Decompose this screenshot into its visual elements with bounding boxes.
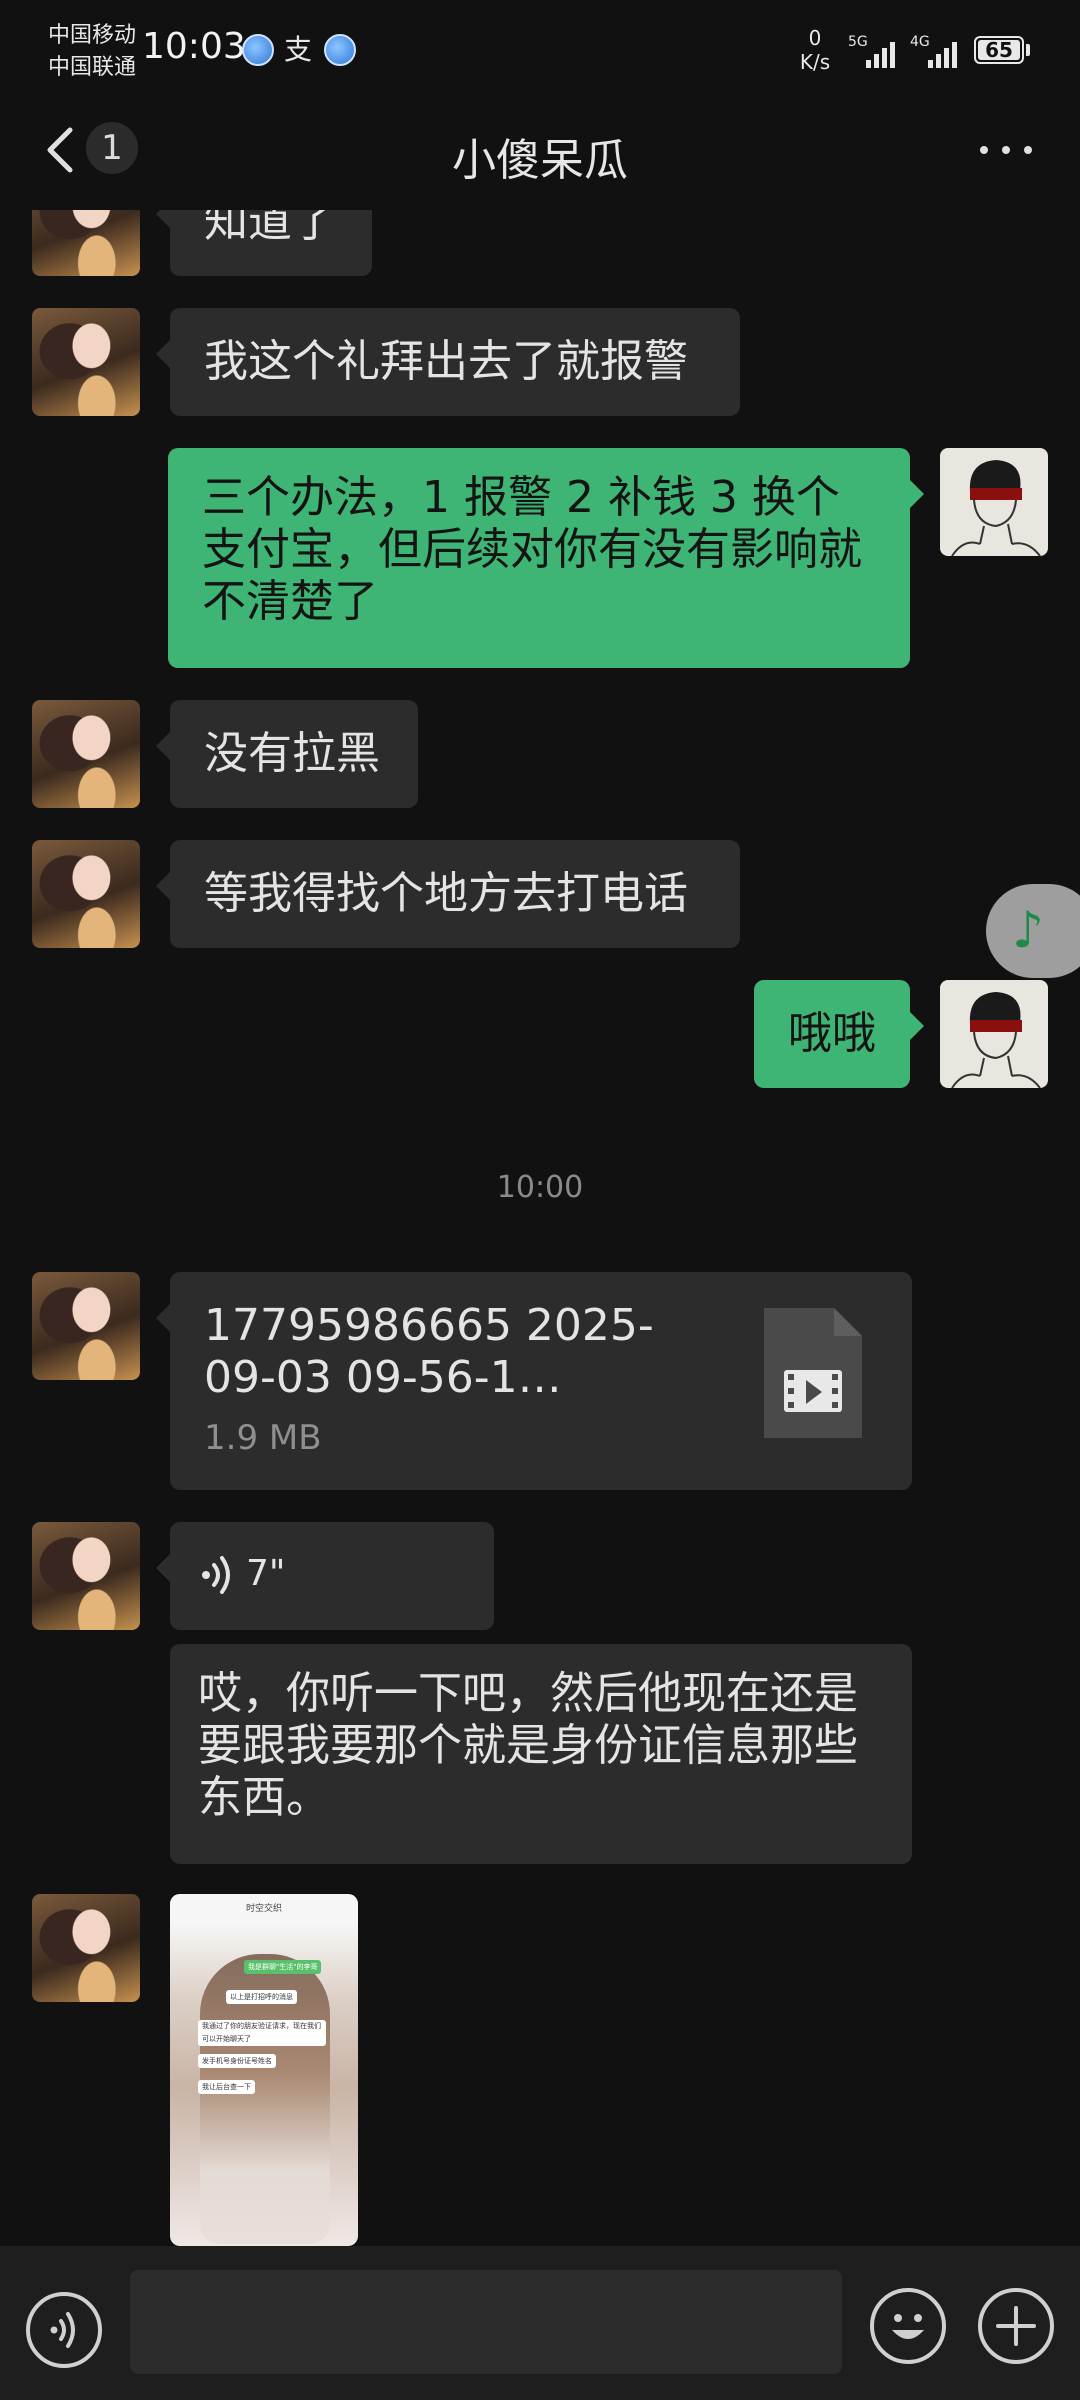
contact-avatar[interactable] [32,1894,140,2002]
file-size: 1.9 MB [204,1418,322,1458]
sim1-signal-icon: 5G [848,30,900,70]
voice-wave-icon [202,1556,230,1594]
chat-area[interactable]: 知道了 我这个礼拜出去了就报警 三个办法，1 报警 2 补钱 3 换个支付宝，但… [0,210,1080,2246]
network-speed-unit: K/s [799,50,831,74]
voice-transcript[interactable]: 哎，你听一下吧，然后他现在还是要跟我要那个就是身份证信息那些东西。 [170,1644,912,1864]
message-bubble-in[interactable]: 没有拉黑 [156,700,418,808]
chat-title: 小傻呆瓜 [452,135,628,186]
more-functions-button[interactable] [978,2288,1054,2364]
sim2-type: 4G [910,34,930,50]
battery-icon: 65 [974,36,1024,64]
carrier-labels: 中国移动 中国联通 [48,20,136,84]
voice-message[interactable]: 7" [156,1522,494,1630]
emoji-button[interactable] [870,2288,946,2364]
thumbnail-chip: 我是群聊"生活"的李哥 [244,1960,322,1974]
voice-input-button[interactable] [26,2292,102,2368]
more-options-button[interactable] [978,128,1038,172]
file-name: 17795986665 2025-09-03 09-56-1… [204,1300,654,1403]
thumbnail-chip: 我通过了你的朋友验证请求，现在我们可以开始聊天了 [198,2020,326,2046]
contact-avatar[interactable] [32,840,140,948]
message-bubble-in[interactable]: 我这个礼拜出去了就报警 [156,308,740,416]
file-message[interactable]: 17795986665 2025-09-03 09-56-1… 1.9 MB [156,1272,912,1490]
image-message-thumbnail[interactable]: 时空交织 我是群聊"生活"的李哥 以上是打招呼的消息 我通过了你的朋友验证请求，… [170,1894,358,2246]
app-notification-icon [324,34,356,66]
carrier-1: 中国移动 [48,23,137,48]
contact-avatar[interactable] [32,700,140,808]
message-input[interactable] [130,2270,842,2374]
alipay-notification-icon: 支 [283,33,312,66]
message-bubble-in[interactable]: 知道了 [156,210,372,276]
network-speed-value: 0 [808,26,822,50]
voice-duration: 7" [246,1553,286,1594]
status-bar: 中国移动 中国联通 10:03 支 0 K/s 5G 4G 65 [0,0,1080,100]
self-avatar-illustration [951,992,1041,1088]
message-bubble-out[interactable]: 三个办法，1 报警 2 补钱 3 换个支付宝，但后续对你有没有影响就不清楚了 [168,448,924,668]
battery-tip [1026,44,1030,56]
status-time: 10:03 [142,26,246,67]
network-speed: 0 K/s [790,26,840,74]
music-note-icon: ♪ [1012,901,1044,959]
contact-avatar[interactable] [32,1272,140,1380]
plus-icon [996,2306,1036,2346]
thumbnail-chip: 以上是打招呼的消息 [226,1990,297,2004]
contact-avatar[interactable] [32,308,140,416]
contact-avatar[interactable] [32,1522,140,1630]
carrier-2: 中国联通 [48,55,137,80]
message-timestamp: 10:00 [496,1170,584,1205]
input-bar [0,2246,1080,2400]
contact-avatar[interactable] [32,210,140,276]
thumbnail-title: 时空交织 [170,1894,358,1924]
message-bubble-out[interactable]: 哦哦 [754,980,924,1088]
sim1-type: 5G [848,34,868,50]
self-avatar[interactable] [940,980,1048,1088]
sim2-signal-icon: 4G [910,30,962,70]
self-avatar[interactable] [940,448,1048,556]
emoji-icon [892,2314,924,2339]
video-file-icon [764,1308,862,1438]
thumbnail-chip: 发手机号身份证号姓名 [198,2054,276,2068]
more-icon [980,146,988,154]
thumbnail-chip: 我让后台查一下 [198,2080,255,2094]
floating-music-button[interactable]: ♪ [986,884,1080,978]
self-avatar-illustration [951,460,1041,556]
message-bubble-in[interactable]: 等我得找个地方去打电话 [156,840,740,948]
app-notification-icon [242,34,274,66]
voice-wave-icon [50,2312,75,2348]
battery-level: 65 [978,40,1020,60]
